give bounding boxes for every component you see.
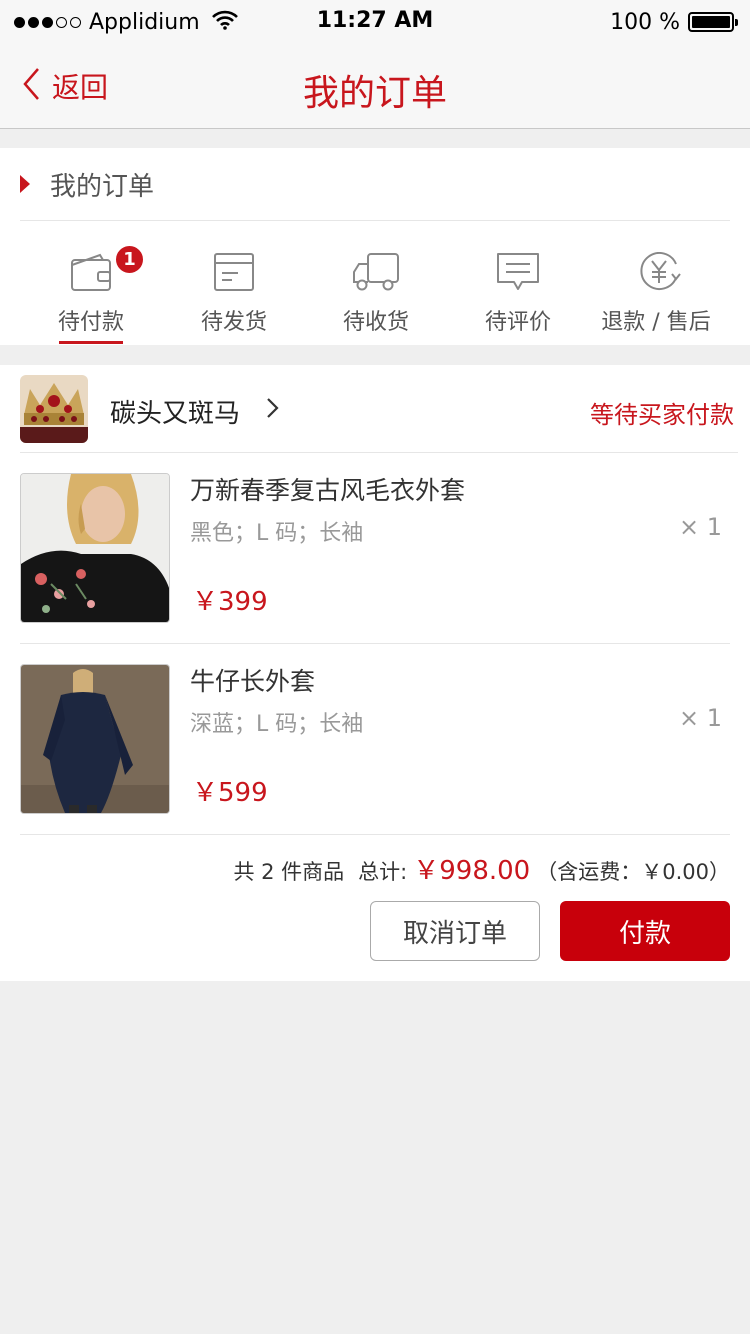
product-price: ￥399 (192, 587, 268, 617)
item-count: 共 2 件商品 (233, 860, 345, 884)
order-status: 等待买家付款 (590, 401, 734, 429)
product-name: 牛仔长外套 (190, 667, 316, 696)
tab-label: 待收货 (342, 310, 409, 335)
cancel-order-button[interactable]: 取消订单 (370, 901, 540, 961)
total-label: 总计: (358, 860, 408, 884)
battery-icon (688, 12, 738, 32)
page-title: 我的订单 (302, 73, 447, 114)
tab-label: 待评价 (484, 310, 551, 335)
chevron-right-icon (266, 397, 280, 423)
shop-header[interactable]: 碳头又斑马 等待买家付款 (20, 365, 738, 453)
box-icon (213, 252, 255, 296)
order-total: ￥998.00 (413, 856, 531, 886)
comment-icon (496, 252, 540, 296)
tab-label: 待付款 (57, 310, 124, 335)
product-quantity: × 1 (678, 704, 722, 732)
refund-yen-icon (638, 252, 682, 296)
product-spec: 黑色；L 码；长袖 (190, 521, 364, 546)
triangle-right-icon (20, 175, 30, 193)
tab-pending-review[interactable]: 待评价 (443, 222, 593, 345)
pending-count-badge: 1 (114, 244, 145, 275)
tab-label: 待发货 (200, 310, 267, 335)
status-right: 100 % (610, 8, 738, 36)
orders-section-title: 我的订单 (50, 171, 155, 202)
tab-label: 退款 / 售后 (601, 310, 711, 335)
battery-percent: 100 % (610, 9, 680, 35)
order-item[interactable]: 牛仔长外套 深蓝；L 码；长袖 × 1 ￥599 (20, 644, 730, 835)
shop-name: 碳头又斑马 (110, 399, 241, 429)
shop-avatar (20, 375, 88, 443)
status-bar: Applidium 11:27 AM 100 % (0, 0, 750, 44)
order-summary: 共 2 件商品 总计: ￥998.00 （含运费：￥0.00） (233, 850, 730, 887)
wallet-icon (70, 252, 112, 296)
product-name: 万新春季复古风毛衣外套 (190, 476, 466, 505)
tab-refund-aftersale[interactable]: 退款 / 售后 (585, 222, 735, 345)
tab-pending-receipt[interactable]: 待收货 (301, 222, 451, 345)
truck-icon (352, 252, 400, 296)
product-spec: 深蓝；L 码；长袖 (190, 712, 364, 737)
shipping-fee: （含运费：￥0.00） (536, 860, 730, 884)
tab-pending-payment[interactable]: 1 待付款 (16, 222, 166, 345)
nav-bar: 返回 我的订单 (0, 44, 750, 129)
tab-pending-shipment[interactable]: 待发货 (159, 222, 309, 345)
order-card: 碳头又斑马 等待买家付款 万新春季复古风毛衣外套 黑色；L 码；长袖 × 1 ￥… (0, 365, 750, 981)
product-quantity: × 1 (678, 513, 722, 541)
product-image (20, 664, 170, 814)
order-status-tabs: 1 待付款 待发货 待收货 待评价 退款 / 售后 (0, 222, 750, 345)
active-tab-indicator (59, 341, 123, 344)
product-image (20, 473, 170, 623)
pay-button[interactable]: 付款 (560, 901, 730, 961)
orders-section: 我的订单 1 待付款 待发货 待收货 待评价 退款 / 售后 (0, 148, 750, 345)
order-item[interactable]: 万新春季复古风毛衣外套 黑色；L 码；长袖 × 1 ￥399 (20, 453, 730, 644)
orders-section-header: 我的订单 (20, 148, 730, 221)
product-price: ￥599 (192, 778, 268, 808)
